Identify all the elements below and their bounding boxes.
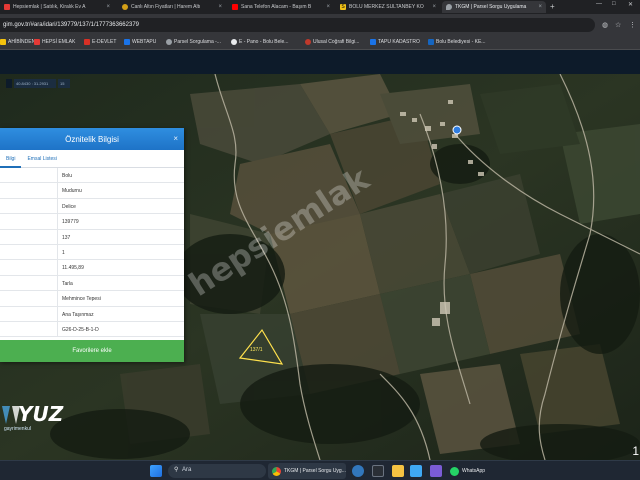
eye-off-icon[interactable]: ◍ <box>602 21 608 29</box>
logo-subtext: gayrimenkul <box>4 426 31 432</box>
mail-icon[interactable] <box>410 465 422 477</box>
address-bar-row: gim.gov.tr/#ara/idari/139779/137/1/17773… <box>0 14 640 36</box>
hepsiemlak-icon <box>34 39 40 45</box>
bookmark-star-icon[interactable]: ☆ <box>615 21 621 29</box>
parcel-label: 137/1 <box>250 347 263 353</box>
bookmark-webtapu[interactable]: WEBTAPU <box>124 39 156 45</box>
taskbar-whatsapp[interactable]: WhatsApp <box>448 463 494 479</box>
tab-sahibinden[interactable]: S BOLU MERKEZ SULTANBEY KÖ × <box>336 1 440 13</box>
table-row: Mehmince Tepesi <box>0 291 184 307</box>
close-icon[interactable]: × <box>173 134 178 143</box>
sahibinden-icon <box>0 39 6 45</box>
minimize-icon[interactable]: — <box>596 1 602 7</box>
maximize-icon[interactable]: □ <box>612 1 616 7</box>
table-row: G26-D-25-B-1-D <box>0 321 184 338</box>
url-field[interactable]: gim.gov.tr/#ara/idari/139779/137/1/17773… <box>0 18 595 32</box>
panel-header: Öznitelik Bilgisi × <box>0 128 184 150</box>
file-explorer-icon[interactable] <box>392 465 404 477</box>
tab-youtube[interactable]: Sana Telefon Alacam - Başım B × <box>228 1 334 13</box>
screen: Hepsiemlak | Satılık, Kiralık Ev A × Can… <box>0 0 640 480</box>
table-row: Bolu <box>0 168 184 184</box>
table-row: 137 <box>0 229 184 245</box>
table-row: 11.495,89 <box>0 260 184 276</box>
browser-tab-strip: Hepsiemlak | Satılık, Kiralık Ev A × Can… <box>0 0 640 14</box>
panel-tabs: Bilgi Emsal Listesi <box>0 150 184 168</box>
tab-tkgm[interactable]: TKGM | Parsel Sorgu Uygulama × <box>442 1 546 13</box>
taskbar: Ara ⚲ TKGM | Parsel Sorgu Uyg... WhatsAp… <box>0 460 640 480</box>
bookmark-edevlet[interactable]: E-DEVLET <box>84 39 116 45</box>
bookmark-epano[interactable]: E - Pano - Bolu Bele... <box>231 39 288 45</box>
search-box[interactable]: Ara <box>168 464 266 478</box>
windows-start-icon[interactable] <box>150 465 162 477</box>
harem-altin-favicon-icon <box>122 4 128 10</box>
map-toggle-icon[interactable] <box>6 79 12 88</box>
table-row: 1 <box>0 244 184 261</box>
webtapu-icon <box>124 39 130 45</box>
bookmark-parsel-sorgulama[interactable]: Parsel Sorgulama -... <box>166 39 221 45</box>
tab-hepsiemlak[interactable]: Hepsiemlak | Satılık, Kiralık Ev A × <box>0 1 114 13</box>
bookmark-ucbs[interactable]: Ulusal Coğrafi Bilgi... <box>305 39 359 45</box>
sahibinden-favicon-icon: S <box>340 4 346 10</box>
new-tab-button[interactable]: + <box>550 2 555 11</box>
ucbs-icon <box>305 39 311 45</box>
panel-title: Öznitelik Bilgisi <box>65 134 119 144</box>
close-tab-icon[interactable]: × <box>218 4 222 10</box>
youtube-favicon-icon <box>232 4 238 10</box>
zoom-readout: 15 <box>58 79 70 88</box>
taskbar-chrome-tkgm[interactable]: TKGM | Parsel Sorgu Uyg... <box>268 463 346 479</box>
close-tab-icon[interactable]: × <box>326 4 330 10</box>
close-tab-icon[interactable]: × <box>432 4 436 10</box>
location-marker-icon[interactable] <box>452 125 462 135</box>
epano-icon <box>231 39 237 45</box>
tab-emsal-listesi[interactable]: Emsal Listesi <box>21 150 62 168</box>
chrome-icon <box>272 466 281 476</box>
close-tab-icon[interactable]: × <box>106 4 110 10</box>
search-icon: ⚲ <box>174 467 179 473</box>
close-window-icon[interactable]: ✕ <box>628 1 633 8</box>
table-row: Mudurnu <box>0 183 184 199</box>
bookmark-hepsiemlak[interactable]: HEPSİ EMLAK <box>34 39 75 45</box>
coordinate-readout: 40.8430 : 31.2931 <box>14 79 56 88</box>
attribute-table: Bolu Mudurnu Delice 139779 137 1 11.495,… <box>0 168 184 338</box>
teams-icon[interactable] <box>430 465 442 477</box>
tab-bilgi[interactable]: Bilgi <box>0 150 22 168</box>
whatsapp-icon <box>450 466 459 476</box>
attribute-panel: Öznitelik Bilgisi × Bilgi Emsal Listesi … <box>0 128 184 362</box>
bookmark-bolu-belediyesi[interactable]: Bolu Belediyesi - KE... <box>428 39 485 45</box>
logo-text: YUZ <box>18 402 64 426</box>
task-view-icon[interactable] <box>372 465 384 477</box>
add-to-favorites-button[interactable]: Favorilere ekle <box>0 340 184 362</box>
tab-harem-altin[interactable]: Canlı Altın Fiyatları | Harem Altı × <box>118 1 226 13</box>
tapu-kadastro-icon <box>370 39 376 45</box>
bolu-belediyesi-icon <box>428 39 434 45</box>
bookmark-tapu-kadastro[interactable]: TAPU KADASTRO <box>370 39 420 45</box>
location-pin-icon <box>446 4 452 10</box>
hepsiemlak-favicon-icon <box>4 4 10 10</box>
bookmark-sahibinden[interactable]: AHİBİNDEN <box>0 39 35 45</box>
table-row: Tarla <box>0 275 184 292</box>
table-row: 139779 <box>0 214 184 230</box>
bookmarks-bar: AHİBİNDEN HEPSİ EMLAK E-DEVLET WEBTAPU P… <box>0 36 640 50</box>
app-header-bar <box>0 50 640 74</box>
side-number: 1 <box>632 444 639 458</box>
menu-dots-icon[interactable]: ⋮ <box>629 21 636 29</box>
table-row: Delice <box>0 198 184 215</box>
edge-icon[interactable] <box>352 465 364 477</box>
close-tab-icon[interactable]: × <box>538 4 542 10</box>
location-pin-icon <box>166 39 172 45</box>
edevlet-icon <box>84 39 90 45</box>
table-row: Ana Taşınmaz <box>0 306 184 322</box>
